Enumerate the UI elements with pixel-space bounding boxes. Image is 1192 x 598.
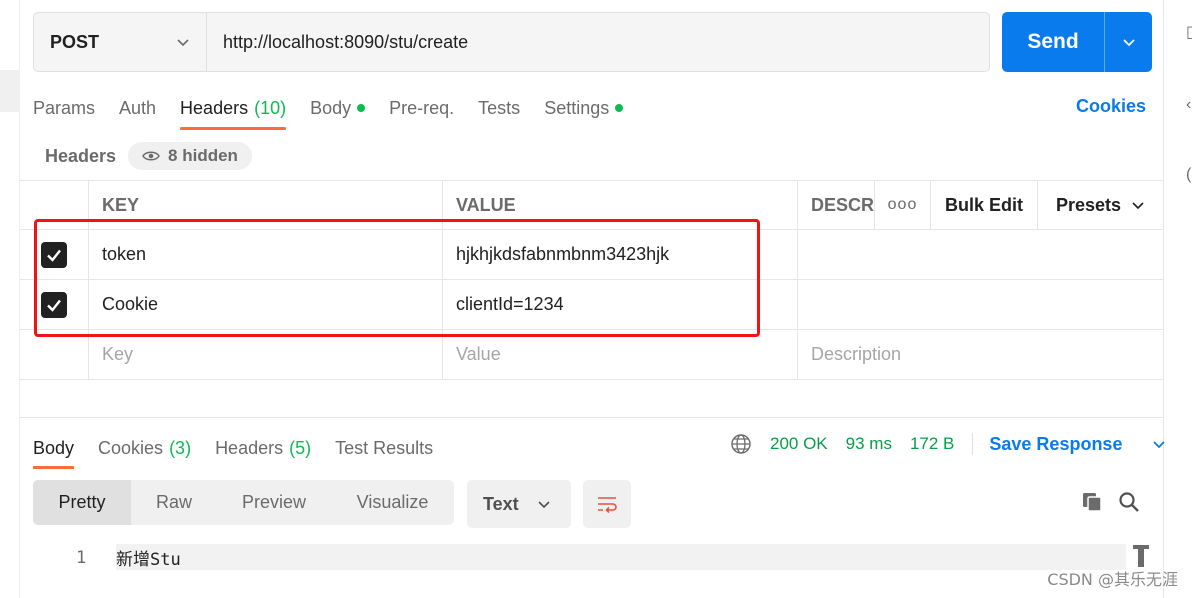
view-visualize[interactable]: Visualize <box>331 480 454 525</box>
cookies-link[interactable]: Cookies <box>1076 96 1146 117</box>
row-checkbox[interactable] <box>41 241 67 268</box>
tab-response-headers[interactable]: Headers (5) <box>215 430 311 466</box>
description-placeholder[interactable]: Description <box>798 330 1163 379</box>
url-bar: POST <box>33 12 990 72</box>
chevron-down-icon <box>538 501 550 509</box>
tab-auth[interactable]: Auth <box>119 90 156 126</box>
headers-title: Headers <box>45 145 117 166</box>
doc-icon[interactable]: ▯ <box>1186 22 1192 42</box>
chevron-down-icon <box>1122 39 1135 47</box>
line-number: 1 <box>76 548 87 568</box>
tab-response-body[interactable]: Body <box>33 430 75 469</box>
eye-icon <box>142 151 160 161</box>
table-row: token hjkhjkdsfabnmbnm3423hjk <box>20 230 1163 280</box>
tab-params[interactable]: Params <box>33 90 95 126</box>
key-cell[interactable]: token <box>89 230 443 279</box>
hidden-headers-toggle[interactable]: 8 hidden <box>128 142 252 170</box>
checkmark-icon <box>47 249 61 262</box>
send-button[interactable]: Send <box>1002 12 1104 72</box>
chevron-down-icon <box>1132 202 1144 210</box>
copy-icon[interactable] <box>1080 490 1104 514</box>
response-tabs: Body Cookies (3) Headers (5) Test Results <box>33 430 457 469</box>
column-description: DESCRI <box>798 181 875 229</box>
status-dot <box>615 104 624 112</box>
table-row-empty: Key Value Description <box>20 330 1163 380</box>
view-mode-selector: Pretty Raw Preview Visualize <box>33 480 454 525</box>
value-placeholder[interactable]: Value <box>443 330 798 379</box>
view-pretty[interactable]: Pretty <box>33 480 131 525</box>
response-editor[interactable]: 1 新增Stu <box>20 540 1163 598</box>
wrap-lines-button[interactable] <box>583 480 631 528</box>
watermark: CSDN @其乐无涯 <box>1047 570 1178 589</box>
tab-settings[interactable]: Settings <box>544 90 624 126</box>
search-icon[interactable] <box>1117 490 1141 514</box>
value-cell[interactable]: clientId=1234 <box>443 280 798 329</box>
info-icon[interactable]: ( <box>1186 166 1191 184</box>
chevron-down-icon <box>1153 441 1166 449</box>
save-response-button[interactable]: Save Response <box>989 434 1166 455</box>
column-key: KEY <box>89 181 443 229</box>
tab-headers[interactable]: Headers (10) <box>180 90 287 130</box>
bulk-edit-button[interactable]: Bulk Edit <box>931 181 1038 229</box>
globe-icon[interactable] <box>730 433 752 455</box>
tab-response-cookies[interactable]: Cookies (3) <box>98 430 191 466</box>
column-value: VALUE <box>443 181 798 229</box>
response-size[interactable]: 172 B <box>910 434 954 454</box>
tab-count: (10) <box>254 97 287 118</box>
method-label: POST <box>50 31 100 52</box>
tab-tests[interactable]: Tests <box>478 90 520 126</box>
wrap-icon <box>598 497 617 514</box>
checkmark-icon <box>47 299 61 312</box>
row-checkbox[interactable] <box>41 291 67 318</box>
send-options-button[interactable] <box>1105 12 1152 72</box>
view-preview[interactable]: Preview <box>217 480 331 525</box>
url-input[interactable] <box>207 13 989 71</box>
sidebar-selected-item[interactable] <box>0 70 20 112</box>
status-code[interactable]: 200 OK <box>770 434 828 454</box>
response-meta: 200 OK 93 ms 172 B Save Response <box>730 432 1166 456</box>
key-placeholder[interactable]: Key <box>89 330 443 379</box>
send-button-group: Send <box>1002 12 1152 72</box>
headers-subheader: Headers 8 hidden <box>45 142 252 170</box>
description-cell[interactable] <box>798 280 1163 329</box>
table-header-row: KEY VALUE DESCRI ooo Bulk Edit Presets <box>20 180 1163 230</box>
table-row: Cookie clientId=1234 <box>20 280 1163 330</box>
chevron-down-icon <box>177 39 189 47</box>
view-raw[interactable]: Raw <box>131 480 217 525</box>
sidebar-edge <box>0 0 20 598</box>
format-select[interactable]: Text <box>467 480 571 528</box>
tab-pre-request[interactable]: Pre-req. <box>389 90 454 126</box>
request-tabs: Params Auth Headers (10) Body Pre-req. Te… <box>33 90 647 130</box>
presets-button[interactable]: Presets <box>1038 181 1163 229</box>
value-cell[interactable]: hjkhjkdsfabnmbnm3423hjk <box>443 230 798 279</box>
key-cell[interactable]: Cookie <box>89 280 443 329</box>
description-cell[interactable] <box>798 230 1163 279</box>
method-select[interactable]: POST <box>34 13 207 71</box>
code-line[interactable]: 新增Stu <box>116 544 1126 570</box>
chevron-left-icon[interactable]: ‹ <box>1186 96 1191 114</box>
response-time[interactable]: 93 ms <box>846 434 892 454</box>
headers-table: KEY VALUE DESCRI ooo Bulk Edit Presets t… <box>20 180 1163 380</box>
more-options-button[interactable]: ooo <box>875 181 931 229</box>
pane-divider[interactable] <box>20 417 1163 418</box>
tab-body[interactable]: Body <box>310 90 366 126</box>
status-dot <box>357 104 366 112</box>
right-panel-edge: ▯ ‹ ( <box>1163 0 1192 598</box>
tab-test-results[interactable]: Test Results <box>335 430 433 466</box>
